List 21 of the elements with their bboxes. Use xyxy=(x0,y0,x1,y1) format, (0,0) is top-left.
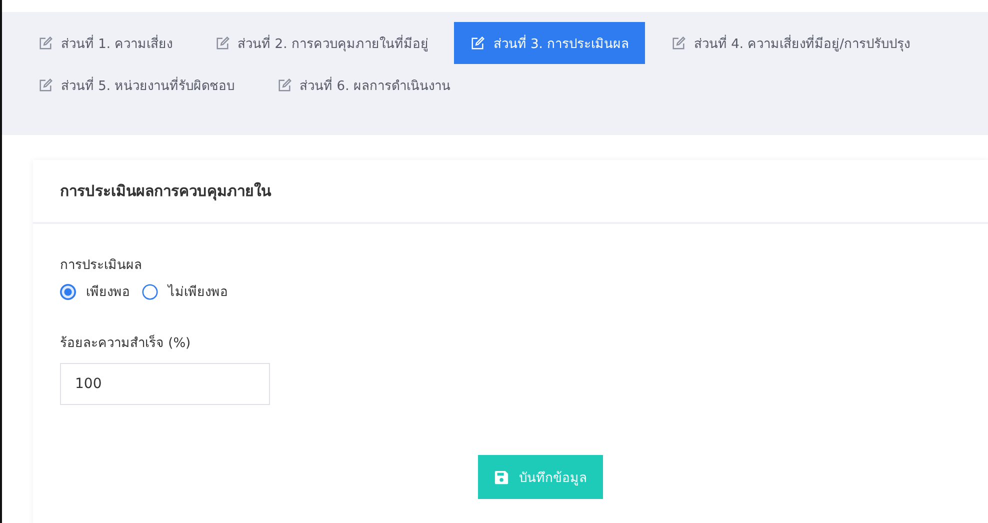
radio-option[interactable]: ไม่เพียงพอ xyxy=(142,281,228,302)
tab[interactable]: ส่วนที่ 6. ผลการดำเนินงาน xyxy=(260,64,466,106)
field-label: ร้อยละความสำเร็จ (%) xyxy=(60,334,191,353)
tab[interactable]: ส่วนที่ 5. หน่วยงานที่รับผิดชอบ xyxy=(22,64,251,106)
radio-button[interactable] xyxy=(142,284,158,300)
tab[interactable]: ส่วนที่ 3. การประเมินผล xyxy=(454,22,646,64)
radio-option[interactable]: เพียงพอ xyxy=(60,281,130,302)
edit-icon xyxy=(470,36,486,50)
field-label: การประเมินผล xyxy=(60,257,142,275)
tab[interactable]: ส่วนที่ 4. ความเสี่ยงที่มีอยู่/การปรับปรุง xyxy=(655,22,926,64)
edit-icon xyxy=(276,78,292,92)
input-field[interactable]: 100 xyxy=(60,363,270,405)
tab[interactable]: ส่วนที่ 1. ความเสี่ยง xyxy=(22,22,189,64)
radio-button[interactable] xyxy=(60,284,76,300)
edit-icon xyxy=(38,78,53,92)
save-icon xyxy=(494,470,509,484)
tab[interactable]: ส่วนที่ 2. การควบคุมภายในที่มีอยู่ xyxy=(198,22,444,64)
edit-icon xyxy=(214,36,230,50)
edit-icon xyxy=(38,36,53,50)
card-title: การประเมินผลการควบคุมภายใน xyxy=(60,181,271,202)
edit-icon xyxy=(671,36,686,50)
